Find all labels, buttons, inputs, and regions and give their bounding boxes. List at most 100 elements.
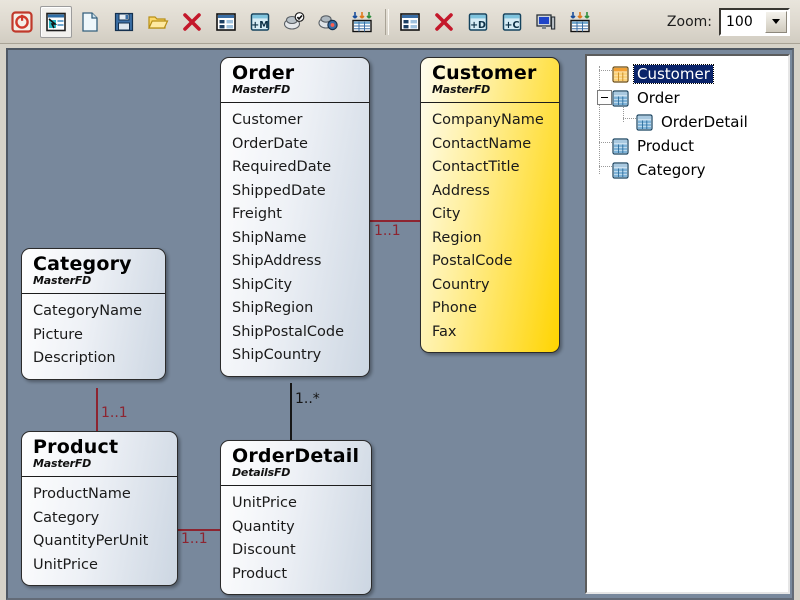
entity-field[interactable]: Country [432,274,559,298]
tree-node-orderdetail[interactable]: OrderDetail [636,110,788,134]
entity-field[interactable]: Phone [432,297,559,321]
entity-title: Order [232,62,295,84]
collapse-minus-icon[interactable] [597,90,612,105]
entity-title: Customer [432,62,537,84]
entity-field[interactable]: Freight [232,203,369,227]
entity-order-fields: Customer OrderDate RequiredDate ShippedD… [221,103,369,376]
entity-field[interactable]: Picture [33,324,165,348]
relation-line-order-orderdetail [290,383,292,441]
add-detail-button[interactable]: +D [462,6,494,38]
entity-field[interactable]: Customer [232,109,369,133]
entity-order[interactable]: Order MasterFD Customer OrderDate Requir… [220,57,370,377]
entity-subtitle: MasterFD [232,83,291,96]
relation-card-order-customer: 1..1 [374,223,401,239]
stop-button[interactable] [6,6,38,38]
grid-down-2-button[interactable] [564,6,596,38]
add-child-button[interactable]: +C [496,6,528,38]
add-master-m-icon: +M [250,12,270,31]
entity-title: OrderDetail [232,445,360,467]
entity-field[interactable]: CompanyName [432,109,559,133]
red-x-icon [435,12,453,31]
entity-subtitle: MasterFD [432,83,491,96]
entity-orderdetail-header: OrderDetail DetailsFD [221,441,371,482]
save-floppy-icon [114,12,134,31]
monitor-icon [536,13,556,30]
design-view-button[interactable] [40,5,72,38]
entity-product[interactable]: Product MasterFD ProductName Category Qu… [21,431,178,586]
entity-field[interactable]: Category [33,507,177,531]
tree-node-label: Category [637,161,706,179]
tree-node-order[interactable]: Order [597,86,788,110]
entity-field[interactable]: Region [432,227,559,251]
table-blue-icon [612,161,629,179]
detail-properties-button[interactable] [394,6,426,38]
delete-button[interactable] [176,6,208,38]
import-button[interactable] [312,6,344,38]
add-master-button[interactable]: +M [244,6,276,38]
entity-field[interactable]: ShipCity [232,274,369,298]
relation-card-product-orderdetail: 1..1 [181,531,208,547]
entity-orderdetail[interactable]: OrderDetail DetailsFD UnitPrice Quantity… [220,440,372,595]
structure-tree-panel[interactable]: Customer Order OrderDetail Product Categ… [585,54,790,594]
entity-field[interactable]: QuantityPerUnit [33,530,177,554]
entity-field[interactable]: UnitPrice [232,492,371,516]
table-blue-icon [612,137,629,155]
tree-guide-line [599,166,612,168]
tree-node-product[interactable]: Product [612,134,788,158]
entity-field[interactable]: ShipRegion [232,297,369,321]
generate-button[interactable] [278,6,310,38]
entity-field[interactable]: ProductName [33,483,177,507]
svg-text:+C: +C [505,20,520,31]
entity-field[interactable]: ShipCountry [232,344,369,368]
relation-card-category-product: 1..1 [101,405,128,421]
entity-subtitle: DetailsFD [232,466,291,479]
properties-button[interactable] [210,6,242,38]
entity-field[interactable]: Description [33,347,165,371]
entity-field[interactable]: Fax [432,321,559,345]
tree-node-customer[interactable]: Customer [612,62,788,86]
entity-field[interactable]: ShipPostalCode [232,321,369,345]
entity-field[interactable]: UnitPrice [33,554,177,578]
red-x-icon [183,12,201,31]
app-window: +M +D +C Zoom: 100 1..1 1..1 1..1 1..* O… [0,0,800,600]
entity-field[interactable]: RequiredDate [232,156,369,180]
entity-field[interactable]: Product [232,563,371,587]
svg-text:+M: +M [251,20,268,31]
entity-field[interactable]: OrderDate [232,133,369,157]
zoom-combobox[interactable]: 100 [719,7,790,36]
entity-category[interactable]: Category MasterFD CategoryName Picture D… [21,248,166,380]
entity-field[interactable]: Quantity [232,516,371,540]
tree-node-category[interactable]: Category [612,158,788,182]
svg-text:+D: +D [470,20,486,31]
entity-field[interactable]: Address [432,180,559,204]
tree-guide-line [623,118,636,120]
entity-orderdetail-fields: UnitPrice Quantity Discount Product [221,486,371,594]
new-button[interactable] [74,6,106,38]
save-button[interactable] [108,6,140,38]
open-button[interactable] [142,6,174,38]
grid-down-button[interactable] [346,6,378,38]
entity-field[interactable]: ShippedDate [232,180,369,204]
entity-subtitle: MasterFD [33,274,92,287]
zoom-value[interactable]: 100 [721,14,764,30]
entity-subtitle: MasterFD [33,457,92,470]
new-document-icon [82,11,98,32]
entity-field[interactable]: City [432,203,559,227]
entity-field[interactable]: ContactTitle [432,156,559,180]
delete-detail-button[interactable] [428,6,460,38]
entity-field[interactable]: ContactName [432,133,559,157]
entity-field[interactable]: CategoryName [33,300,165,324]
add-child-c-icon: +C [502,12,522,31]
chevron-down-icon[interactable] [765,10,787,33]
entity-customer[interactable]: Customer MasterFD CompanyName ContactNam… [420,57,560,353]
grid-arrows-down-icon [570,11,590,32]
main-toolbar: +M +D +C Zoom: 100 [0,0,800,44]
entity-field[interactable]: ShipName [232,227,369,251]
entity-field[interactable]: Discount [232,539,371,563]
entity-category-fields: CategoryName Picture Description [22,294,165,379]
preview-button[interactable] [530,6,562,38]
entity-field[interactable]: ShipAddress [232,250,369,274]
toolbar-separator [385,8,389,35]
generate-check-icon [283,11,305,30]
entity-field[interactable]: PostalCode [432,250,559,274]
